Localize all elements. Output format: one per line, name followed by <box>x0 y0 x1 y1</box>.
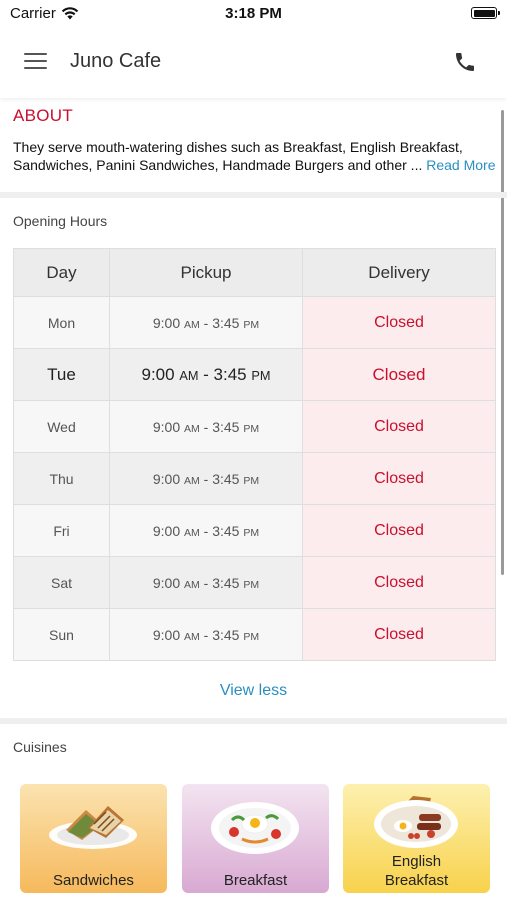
delivery-status-cell: Closed <box>302 608 496 661</box>
delivery-status-cell: Closed <box>302 400 496 453</box>
cuisine-label-line-1: English <box>391 853 442 870</box>
table-row: Mon 9:00 AM - 3:45 PM Closed <box>13 296 496 349</box>
pickup-hours-cell: 9:00 AM - 3:45 PM <box>109 556 303 609</box>
scrollbar-thumb[interactable] <box>501 110 504 575</box>
open-time-suffix: AM <box>184 630 200 643</box>
day-cell: Thu <box>13 452 110 505</box>
day-cell: Sat <box>13 556 110 609</box>
cuisine-card-sandwiches[interactable]: Sandwiches <box>20 784 167 893</box>
delivery-status-cell: Closed <box>302 556 496 609</box>
cuisine-label: Sandwiches <box>53 872 134 889</box>
section-divider <box>0 718 507 724</box>
close-time: 3:45 <box>213 364 247 384</box>
table-row: Sun 9:00 AM - 3:45 PM Closed <box>13 608 496 661</box>
delivery-status-cell: Closed <box>302 296 496 349</box>
cuisines-title: Cuisines <box>13 739 67 755</box>
open-time: 9:00 <box>152 314 181 331</box>
open-time-suffix: AM <box>184 526 200 539</box>
close-time: 3:45 <box>212 574 240 591</box>
open-time-suffix: AM <box>184 422 200 435</box>
cuisine-label: Breakfast <box>223 872 288 889</box>
close-time-suffix: PM <box>251 367 271 383</box>
status-time: 3:18 PM <box>225 5 282 22</box>
open-time-suffix: AM <box>179 367 199 383</box>
close-time: 3:45 <box>212 522 240 539</box>
table-row: Sat 9:00 AM - 3:45 PM Closed <box>13 556 496 609</box>
about-description: They serve mouth-watering dishes such as… <box>13 138 501 174</box>
opening-hours-title: Opening Hours <box>13 213 108 229</box>
close-time-suffix: PM <box>243 526 260 539</box>
table-row: Fri 9:00 AM - 3:45 PM Closed <box>13 504 496 557</box>
delivery-status-cell: Closed <box>302 348 496 401</box>
read-more-link[interactable]: Read More <box>426 157 495 173</box>
open-time-suffix: AM <box>184 318 200 331</box>
section-divider <box>0 192 507 198</box>
open-time: 9:00 <box>152 418 181 435</box>
battery-icon <box>471 7 500 19</box>
pickup-hours-cell: 9:00 AM - 3:45 PM <box>109 452 303 505</box>
close-time-suffix: PM <box>243 422 260 435</box>
open-time: 9:00 <box>152 574 181 591</box>
table-row: Tue 9:00 AM - 3:45 PM Closed <box>13 348 496 401</box>
close-time: 3:45 <box>212 470 240 487</box>
app-header: Juno Cafe <box>0 28 507 98</box>
cuisine-card-english-breakfast[interactable]: English Breakfast <box>343 784 490 893</box>
about-title: ABOUT <box>13 106 74 125</box>
close-time: 3:45 <box>212 418 240 435</box>
pickup-hours-cell: 9:00 AM - 3:45 PM <box>109 608 303 661</box>
pickup-hours-cell: 9:00 AM - 3:45 PM <box>109 400 303 453</box>
day-cell: Wed <box>13 400 110 453</box>
pickup-hours-cell: 9:00 AM - 3:45 PM <box>109 296 303 349</box>
pickup-hours-cell: 9:00 AM - 3:45 PM <box>109 348 303 401</box>
opening-hours-table: Day Pickup Delivery Mon 9:00 AM - 3:45 PM… <box>13 248 496 661</box>
table-row: Wed 9:00 AM - 3:45 PM Closed <box>13 400 496 453</box>
close-time: 3:45 <box>212 314 240 331</box>
column-header-delivery: Delivery <box>302 248 496 297</box>
open-time: 9:00 <box>152 522 181 539</box>
day-cell: Tue <box>13 348 110 401</box>
pickup-hours-cell: 9:00 AM - 3:45 PM <box>109 504 303 557</box>
day-cell: Sun <box>13 608 110 661</box>
page-title: Juno Cafe <box>70 50 162 72</box>
open-time-suffix: AM <box>184 578 200 591</box>
close-time-suffix: PM <box>243 474 260 487</box>
close-time: 3:45 <box>212 626 240 643</box>
table-row: Thu 9:00 AM - 3:45 PM Closed <box>13 452 496 505</box>
delivery-status-cell: Closed <box>302 452 496 505</box>
open-time-suffix: AM <box>184 474 200 487</box>
day-cell: Fri <box>13 504 110 557</box>
about-text: They serve mouth-watering dishes such as… <box>13 139 463 173</box>
open-time: 9:00 <box>152 470 181 487</box>
close-time-suffix: PM <box>243 318 260 331</box>
close-time-suffix: PM <box>243 630 260 643</box>
open-time: 9:00 <box>141 364 175 384</box>
phone-icon[interactable] <box>453 50 477 74</box>
status-bar: Carrier 3:18 PM <box>0 0 507 28</box>
cuisine-label-line-2: Breakfast <box>384 872 449 889</box>
table-header-row: Day Pickup Delivery <box>13 248 496 297</box>
column-header-day: Day <box>13 248 110 297</box>
open-time: 9:00 <box>152 626 181 643</box>
close-time-suffix: PM <box>243 578 260 591</box>
cuisine-card-breakfast[interactable]: Breakfast <box>182 784 329 893</box>
view-less-link[interactable]: View less <box>0 682 507 700</box>
column-header-pickup: Pickup <box>109 248 303 297</box>
delivery-status-cell: Closed <box>302 504 496 557</box>
day-cell: Mon <box>13 296 110 349</box>
hamburger-menu-icon[interactable] <box>24 52 47 70</box>
